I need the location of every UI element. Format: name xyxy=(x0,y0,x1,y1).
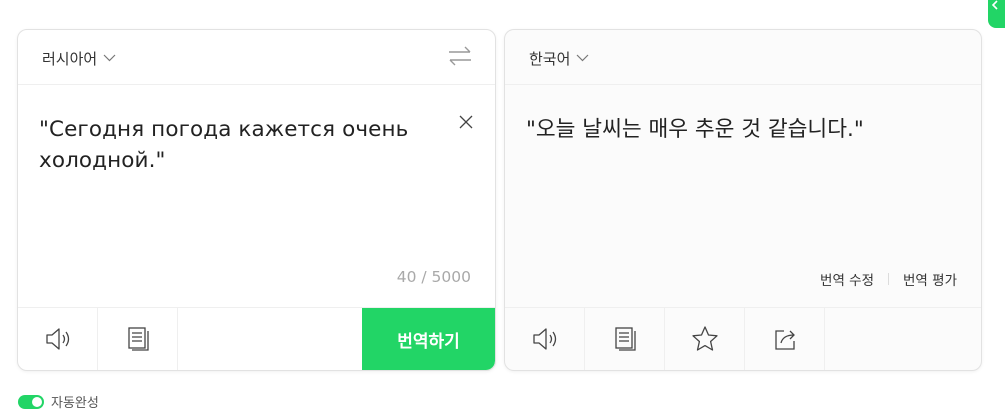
translate-button[interactable]: 번역하기 xyxy=(362,308,495,370)
target-panel: 한국어 "오늘 날씨는 매우 추운 것 같습니다." 번역 수정 번역 평가 xyxy=(504,29,982,371)
character-counter: 40 / 5000 xyxy=(396,268,471,286)
share-icon xyxy=(774,330,795,350)
divider xyxy=(888,273,890,285)
source-panel-header: 러시아어 xyxy=(18,30,495,85)
source-language-label: 러시아어 xyxy=(42,49,98,68)
chevron-left-icon xyxy=(991,0,998,10)
swap-arrows-icon[interactable] xyxy=(447,45,473,67)
source-language-select[interactable]: 러시아어 xyxy=(42,47,116,69)
copy-icon xyxy=(614,327,636,351)
target-panel-header: 한국어 xyxy=(505,30,981,85)
chevron-down-icon xyxy=(103,54,116,62)
translation-feedback-links: 번역 수정 번역 평가 xyxy=(820,269,957,289)
edit-translation-link[interactable]: 번역 수정 xyxy=(820,269,874,289)
rate-translation-link[interactable]: 번역 평가 xyxy=(903,269,957,289)
source-text-input[interactable]: "Сегодня погода кажется очень холодной." xyxy=(39,114,429,176)
target-language-select[interactable]: 한국어 xyxy=(529,47,589,69)
side-panel-toggle[interactable] xyxy=(988,0,1005,28)
star-icon xyxy=(691,326,718,351)
speaker-icon xyxy=(45,328,69,350)
close-icon[interactable] xyxy=(459,115,473,129)
target-language-label: 한국어 xyxy=(529,49,571,68)
source-speak-button[interactable] xyxy=(18,308,98,370)
translated-text: "오늘 날씨는 매우 추운 것 같습니다." xyxy=(526,117,864,142)
favorite-button[interactable] xyxy=(665,308,745,370)
source-copy-button[interactable] xyxy=(98,308,178,370)
share-button[interactable] xyxy=(745,308,825,370)
copy-icon xyxy=(127,327,149,351)
target-copy-button[interactable] xyxy=(585,308,665,370)
chevron-down-icon xyxy=(576,54,589,62)
source-panel: 러시아어 "Сегодня погода кажется очень холод… xyxy=(17,29,496,371)
target-speak-button[interactable] xyxy=(505,308,585,370)
target-toolbar xyxy=(505,307,981,370)
speaker-icon xyxy=(532,328,556,350)
